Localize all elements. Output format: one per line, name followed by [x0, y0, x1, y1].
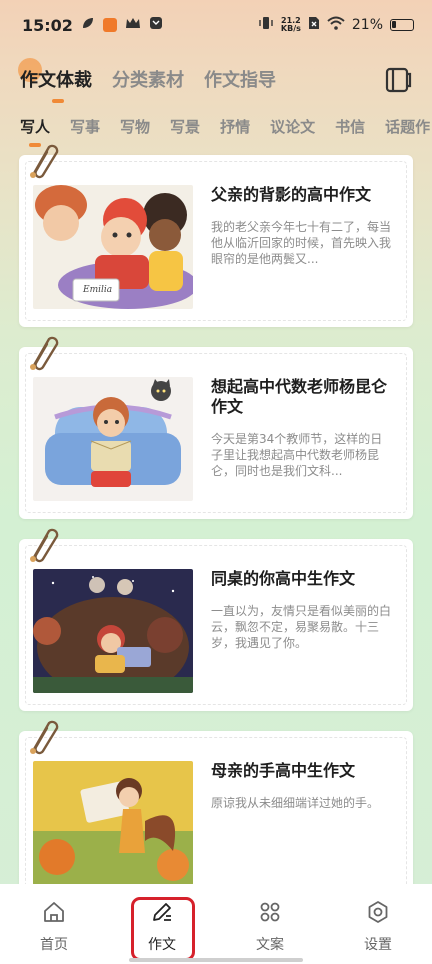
category-tab-lyrical[interactable]: 抒情: [220, 116, 250, 137]
tab-category-materials[interactable]: 分类素材: [112, 66, 184, 92]
article-excerpt: 一直以为，友情只是看似美丽的白云，飘忽不定，易聚易散。十三岁，我遇见了你。: [211, 604, 392, 650]
nav-copywriting-label: 文案: [256, 937, 284, 953]
article-thumbnail: Emilia: [33, 185, 193, 309]
message-notification-icon: [149, 16, 163, 34]
safety-pin-icon: [27, 333, 61, 373]
article-excerpt: 我的老父亲今年七十有二了，每当他从临沂回家的时候，首先映入我眼帘的是他两鬓又..…: [211, 220, 392, 266]
tab-writing-guide[interactable]: 作文指导: [204, 66, 276, 92]
status-bar: 15:02 21.2 KB/s 21%: [0, 0, 432, 50]
article-card[interactable]: 想起高中代数老师杨昆仑作文 今天是第34个教师节，这样的日子里让我想起高中代数老…: [19, 336, 413, 519]
book-icon[interactable]: [384, 66, 412, 94]
selection-highlight: [131, 897, 195, 961]
article-card[interactable]: Emilia 父亲的背影的高中作文 我的老父亲今年七十有二了，每当他从临沂回家的…: [19, 144, 413, 327]
article-thumbnail: [33, 569, 193, 693]
article-title: 母亲的手高中生作文: [211, 761, 356, 780]
category-tab-people[interactable]: 写人: [20, 116, 50, 147]
safety-pin-icon: [27, 141, 61, 181]
app-notification-icon: [102, 18, 117, 32]
category-tab-scenery[interactable]: 写景: [170, 116, 200, 137]
vibrate-icon: [258, 16, 274, 34]
network-speed: 21.2 KB/s: [280, 16, 301, 33]
nav-home[interactable]: 首页: [0, 884, 108, 964]
battery-icon: [390, 19, 414, 31]
no-sim-icon: [308, 16, 320, 34]
article-thumbnail: [33, 761, 193, 885]
nav-settings[interactable]: 设置: [324, 884, 432, 964]
article-excerpt: 今天是第34个教师节，这样的日子里让我想起高中代数老师杨昆仑，同时也是我们文科.…: [211, 432, 383, 478]
category-tab-topic[interactable]: 话题作: [385, 116, 430, 137]
article-card[interactable]: 同桌的你高中生作文 一直以为，友情只是看似美丽的白云，飘忽不定，易聚易散。十三岁…: [19, 528, 413, 711]
category-tab-bar: 写人 写事 写物 写景 抒情 议论文 书信 话题作: [20, 116, 430, 147]
safety-pin-icon: [27, 717, 61, 757]
category-tab-argumentative[interactable]: 议论文: [270, 116, 315, 137]
tab-composition-genre[interactable]: 作文体裁: [18, 58, 92, 103]
article-title: 想起高中代数老师杨昆仑作文: [211, 377, 388, 416]
nav-settings-label: 设置: [364, 937, 392, 953]
category-tab-events[interactable]: 写事: [70, 116, 100, 137]
article-card[interactable]: 母亲的手高中生作文 原谅我从未细细端详过她的手。: [19, 720, 413, 903]
safety-pin-icon: [27, 525, 61, 565]
article-thumbnail: [33, 377, 193, 501]
category-tab-objects[interactable]: 写物: [120, 116, 150, 137]
nav-copywriting[interactable]: 文案: [216, 884, 324, 964]
settings-icon: [368, 901, 388, 923]
article-title: 同桌的你高中生作文: [211, 569, 356, 588]
article-excerpt: 原谅我从未细细端详过她的手。: [211, 796, 380, 810]
battery-percent: 21%: [351, 17, 383, 33]
home-indicator[interactable]: [129, 958, 303, 962]
top-tab-bar: 作文体裁 分类素材 作文指导: [18, 58, 276, 103]
article-title: 父亲的背影的高中作文: [211, 185, 372, 204]
wifi-icon: [327, 16, 345, 34]
status-time: 15:02: [22, 15, 73, 35]
bottom-nav: 首页 作文 文案 设置: [0, 884, 432, 964]
home-icon: [44, 902, 64, 922]
category-tab-letters[interactable]: 书信: [335, 116, 365, 137]
leaf-notification-icon: [81, 16, 95, 34]
crown-notification-icon: [125, 16, 141, 34]
grid-icon: [260, 902, 280, 922]
nav-home-label: 首页: [40, 937, 68, 953]
thumbnail-caption: Emilia: [83, 285, 113, 295]
